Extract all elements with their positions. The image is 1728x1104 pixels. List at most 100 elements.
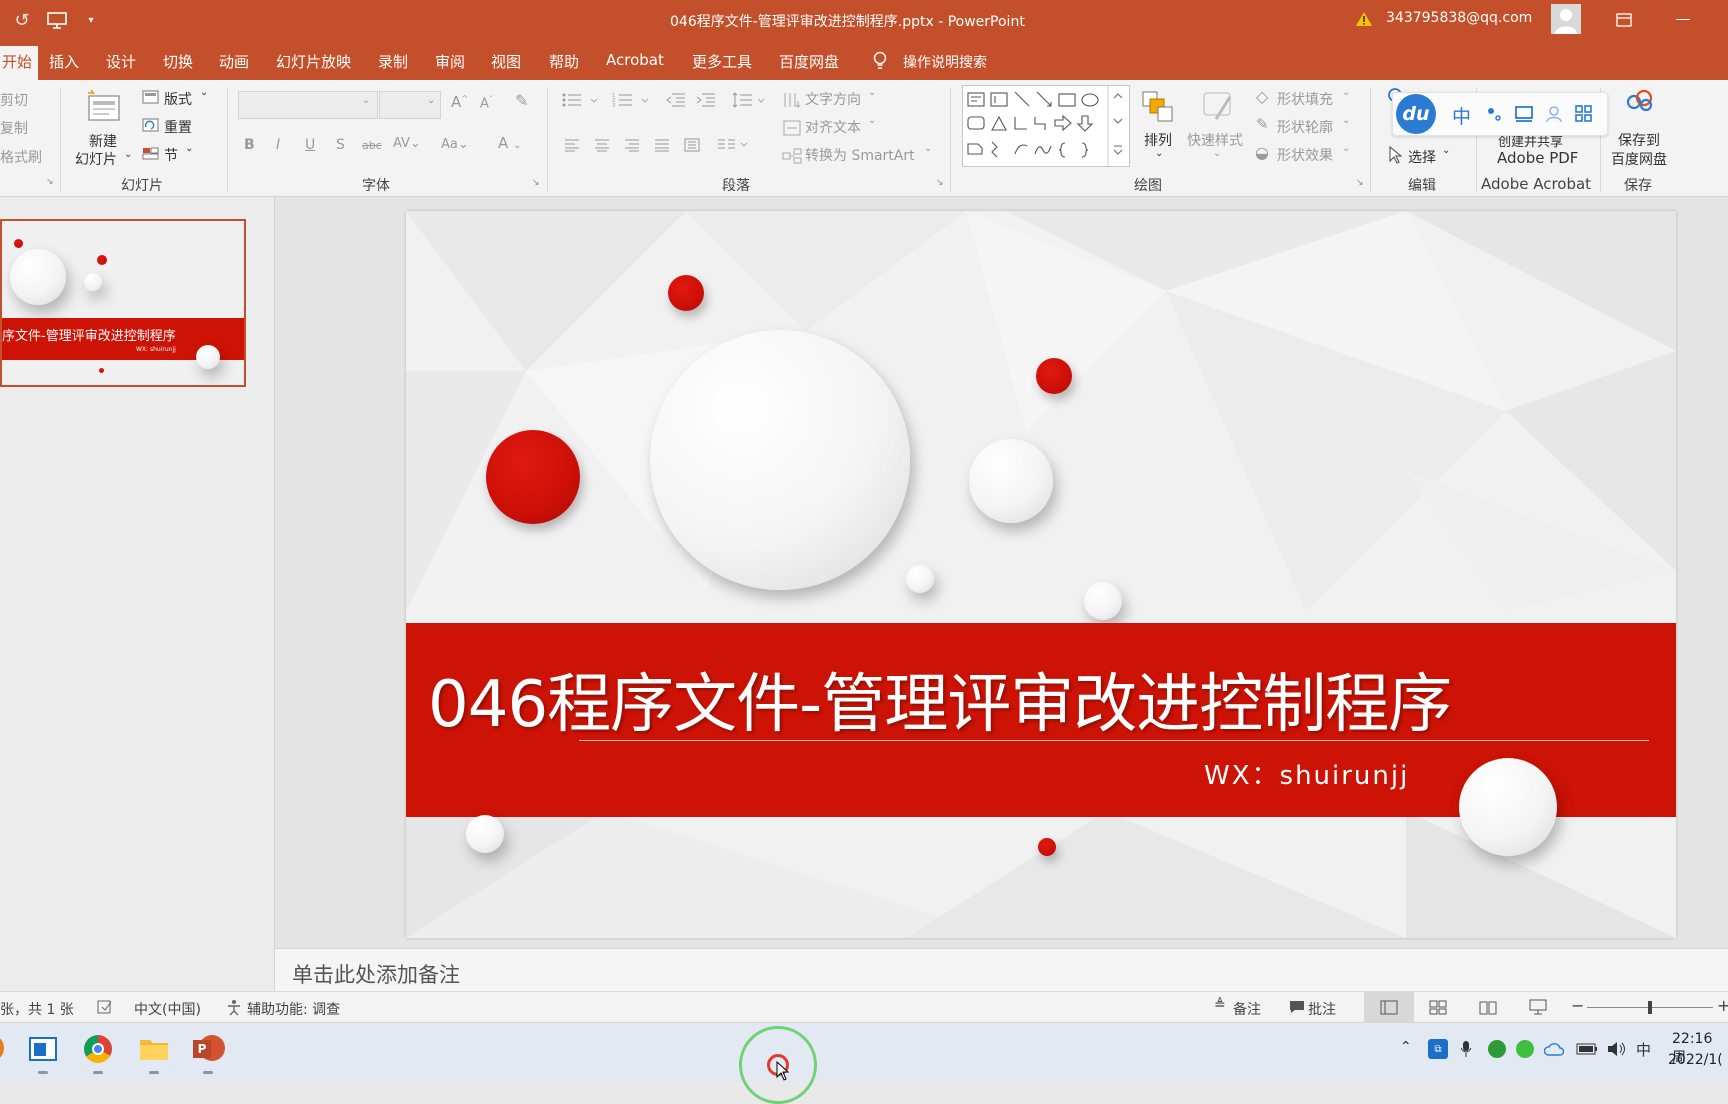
shapes-gallery[interactable] [962,85,1130,167]
undo-icon[interactable]: ↺ [10,8,34,32]
shape-fill-icon[interactable]: ◇ [1256,87,1268,106]
comment-icon[interactable] [1288,998,1306,1016]
cut-button[interactable]: 剪切 [0,90,28,110]
font-color-icon[interactable]: A ⌄ [498,134,521,152]
reset-button[interactable]: 重置 [164,117,192,137]
tray-app-icon[interactable]: ⧉ [1428,1039,1448,1059]
underline-icon[interactable]: U [305,137,315,153]
slide-subtitle[interactable]: WX：shuirunjj [1204,755,1409,792]
volume-icon[interactable] [1606,1040,1628,1058]
line-spacing-icon[interactable] [730,90,770,110]
cloud-sync-icon[interactable] [1544,1040,1564,1058]
chevron-down-icon[interactable]: ⌄ [185,143,193,154]
chevron-down-icon[interactable]: ⌄ [868,115,876,126]
input-method-icon[interactable]: 中 [1636,1039,1651,1060]
presentation-icon[interactable] [44,8,70,32]
cursor-select-icon[interactable] [1386,145,1404,165]
user-icon[interactable] [1543,103,1565,125]
tab-help[interactable]: 帮助 [549,51,579,72]
layout-icon[interactable] [141,89,159,105]
decrease-indent-icon[interactable] [664,90,688,110]
convert-smartart-button[interactable]: 转换为 SmartArt [805,145,915,165]
chevron-down-icon[interactable]: ⌄ [1155,148,1163,159]
zoom-in-icon[interactable]: + [1717,996,1728,1015]
tell-me-search[interactable]: 操作说明搜索 [903,52,987,72]
numbering-icon[interactable]: 123 [611,90,653,110]
chrome-icon[interactable] [84,1035,112,1063]
notes-pane[interactable]: 单击此处添加备注 [275,948,1728,992]
paragraph-launcher-icon[interactable]: ↘ [936,178,944,188]
text-direction-button[interactable]: 文字方向 [805,89,861,109]
clock-date[interactable]: 2022/1( [1668,1052,1723,1068]
slide-title[interactable]: 046程序文件-管理评审改进控制程序 [428,653,1452,745]
chevron-down-icon[interactable]: ⌄ [868,87,876,98]
font-name-input[interactable] [238,91,378,119]
account-email[interactable]: 343795838@qq.com [1386,10,1532,26]
reset-icon[interactable] [141,117,159,133]
change-case-icon[interactable]: Aa⌄ [441,137,469,152]
microphone-icon[interactable] [1456,1039,1476,1059]
customize-toolbar-icon[interactable]: ▾ [84,12,98,28]
chevron-down-icon[interactable]: ⌄ [1442,145,1450,156]
decrease-font-icon[interactable]: Aˇ [480,95,493,111]
wechat-icon[interactable] [1516,1040,1534,1058]
app-icon-partial[interactable] [0,1037,4,1059]
shape-effects-icon[interactable]: ◒ [1255,143,1269,162]
tab-home[interactable]: 开始 [0,46,39,80]
save-to-netdisk-label-2[interactable]: 百度网盘 [1611,149,1667,169]
chevron-down-icon[interactable]: ⌄ [200,87,208,98]
slide-sorter-icon[interactable] [1428,998,1448,1016]
tab-baidu-netdisk[interactable]: 百度网盘 [779,51,839,72]
tab-record[interactable]: 录制 [378,51,408,72]
chevron-down-icon[interactable]: ⌄ [362,95,370,106]
arrange-icon[interactable] [1138,88,1178,126]
quick-styles-button[interactable]: 快速样式 [1187,130,1243,150]
ime-logo[interactable]: du [1396,94,1436,134]
chevron-down-icon[interactable]: ⌄ [124,149,132,160]
arrange-button[interactable]: 排列 [1144,130,1172,150]
save-to-netdisk-label[interactable]: 保存到 [1618,130,1660,150]
copy-button[interactable]: 复制 [0,118,28,138]
zoom-slider-handle[interactable] [1648,1001,1652,1014]
notes-toggle[interactable]: 备注 [1233,999,1261,1019]
chevron-down-icon[interactable]: ⌄ [924,143,932,154]
align-left-icon[interactable] [562,136,582,154]
justify-icon[interactable] [652,136,672,154]
notes-toggle-icon[interactable]: ≜ [1214,997,1226,1013]
chevron-down-icon[interactable]: ⌄ [1213,148,1221,159]
clipboard-launcher-icon[interactable]: ↘ [46,177,54,187]
chevron-down-icon[interactable]: ⌄ [1342,87,1350,98]
shadow-icon[interactable]: S [336,137,345,153]
new-slide-label-2[interactable]: 幻灯片 [75,149,117,169]
grid-menu-icon[interactable] [1573,103,1595,125]
text-direction-icon[interactable] [780,89,804,111]
tab-more-tools[interactable]: 更多工具 [692,51,752,72]
drawing-launcher-icon[interactable]: ↘ [1356,178,1364,188]
new-slide-label[interactable]: 新建 [89,131,117,151]
quick-styles-icon[interactable] [1198,88,1238,126]
shape-outline-button[interactable]: 形状轮廓 [1277,117,1333,137]
font-launcher-icon[interactable]: ↘ [532,178,540,188]
format-painter-button[interactable]: 格式刷 [0,147,42,167]
language-indicator[interactable]: 中文(中国) [134,999,201,1019]
tab-insert[interactable]: 插入 [49,51,79,72]
slide-canvas[interactable]: 046程序文件-管理评审改进控制程序 WX：shuirunjj [406,211,1676,938]
new-slide-icon[interactable] [84,86,124,126]
smartart-icon[interactable] [780,145,804,167]
tray-security-icon[interactable] [1488,1040,1506,1058]
baidu-cloud-icon[interactable] [1622,85,1658,119]
ribbon-display-icon[interactable] [1614,10,1634,30]
chevron-down-icon[interactable]: ⌄ [427,95,435,106]
tab-transitions[interactable]: 切换 [163,51,193,72]
avatar[interactable] [1551,4,1581,34]
accessibility-status[interactable]: 辅助功能: 调查 [247,999,340,1019]
spell-check-icon[interactable] [95,998,115,1016]
chevron-down-icon[interactable]: ⌄ [1342,115,1350,126]
tab-acrobat[interactable]: Acrobat [606,51,664,69]
comments-toggle[interactable]: 批注 [1308,999,1336,1019]
layout-button[interactable]: 版式 [164,89,192,109]
italic-icon[interactable]: I [276,137,280,153]
keyboard-icon[interactable] [1513,103,1535,125]
character-spacing-icon[interactable]: AV⌄ [393,136,421,151]
shape-fill-button[interactable]: 形状填充 [1277,89,1333,109]
